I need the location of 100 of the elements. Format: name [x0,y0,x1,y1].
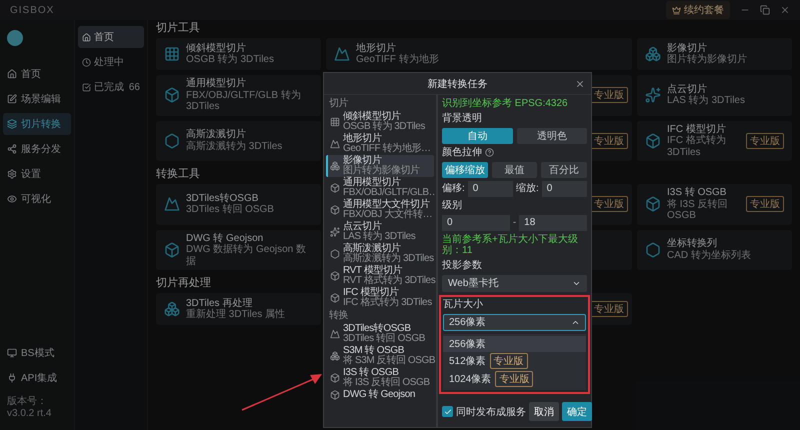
close-icon[interactable] [575,79,585,89]
cancel-button[interactable]: 取消 [529,402,559,421]
card-subtitle: 图片转为影像切片 [667,54,747,66]
tool-card[interactable]: 3DTiles 再处理 重新处理 3DTiles 属性 [156,293,321,325]
max-level-field[interactable]: 18 [519,214,587,230]
task-type-item[interactable]: 地形切片 GeoTIFF 转为地形… [326,133,434,155]
task-type-item[interactable]: 影像切片 图片转为影像切片 [326,155,434,177]
subnav-icon [82,32,91,42]
task-type-item[interactable]: DWG 转 Geojson [326,389,434,401]
min-level-field[interactable]: 0 [442,214,510,230]
item-subtitle: 图片转为影像切片 [343,166,420,176]
task-type-item[interactable]: 通用模型切片 FBX/OBJ/GLTF/GLB… [326,177,434,199]
avatar[interactable] [7,30,23,46]
item-title: 地形切片 [343,134,382,144]
restore-icon[interactable] [760,5,770,15]
item-subtitle: 3DTiles 转回 OSGB [343,334,425,344]
nav-item[interactable]: BS模式 [3,342,71,364]
nav-item[interactable]: API集成 [3,367,71,389]
item-title: 倾斜模型切片 [343,112,401,122]
tool-card[interactable]: 3DTiles转OSGB 3DTiles 转回 OSGB [156,184,321,224]
card-subtitle: IFC 格式转为 3DTiles [667,135,727,158]
card-subtitle: GeoTIFF 转为地形 [356,54,439,66]
item-subtitle: GeoTIFF 转为地形… [343,144,431,154]
list-section-title: 切片 [328,97,350,111]
publish-checkbox[interactable] [442,406,453,417]
nav-item[interactable]: 设置 [3,163,71,185]
task-type-item[interactable]: 高斯泼溅切片 高斯泼溅转为 3DTiles [326,243,434,265]
item-title: DWG 转 Geojson [343,390,416,400]
confirm-button[interactable]: 确定 [562,402,592,421]
subnav-icon [82,82,91,92]
task-type-item[interactable]: 3DTiles转OSGB 3DTiles 转回 OSGB [326,323,434,345]
dropdown-option[interactable]: 256像素 [443,336,586,352]
plan-button[interactable]: 续约套餐 [666,1,730,19]
subnav-item[interactable]: 已完成 66 [78,76,144,98]
section-title: 转换工具 [156,168,200,181]
task-type-item[interactable]: IFC 模型切片 IFC 格式转为 3DTiles [326,287,434,309]
field-label: 级别 [442,200,463,212]
tool-card[interactable]: DWG 转 Geojson DWG 数据转为 Geojson 数据 [156,230,321,270]
item-subtitle: 将 I3S 反转回 OSGB [343,378,430,388]
card-title: I3S 转 OSGB [667,187,726,198]
count-label: 66 [128,82,140,92]
card-title: 倾斜模型切片 [186,42,246,54]
option-label: 1024像素 [449,372,492,386]
subnav-item[interactable]: 首页 [78,26,144,48]
card-title: 3DTiles转OSGB [186,192,258,204]
option-button[interactable]: 偏移缩放 [442,162,488,178]
card-subtitle: 重新处理 3DTiles 属性 [186,309,286,320]
offset-field[interactable]: 0 [468,180,513,196]
crs-note: 识别到坐标参考 EPSG:4326 [442,98,569,110]
task-type-item[interactable]: S3M 转 OSGB 将 S3M 反转回 OSGB [326,345,434,367]
task-type-item[interactable]: 通用模型大文件切片 FBX/OBJ 大文件转… [326,199,434,221]
nav-item[interactable]: 服务分发 [3,138,71,160]
nav-item[interactable]: 首页 [3,63,71,85]
option-button[interactable]: 百分比 [541,162,588,178]
option-label: 512像素 [449,354,486,368]
tool-card[interactable]: 通用模型切片 FBX/OBJ/GLTF/GLB 转为 3DTiles [156,75,321,116]
card-subtitle: DWG 数据转为 Geojson 数据 [186,244,308,267]
tile-size-select[interactable]: 256像素 [443,314,586,330]
projection-select[interactable]: Web墨卡托 [442,274,587,292]
nav-item[interactable]: 可视化 [3,188,71,210]
card-title: 通用模型切片 [186,78,246,90]
tool-card[interactable]: I3S 转 OSGB 将 I3S 反转回 OSGB 专业版 [637,184,792,224]
nav-item[interactable]: 场景编辑 [3,88,71,110]
subnav-item[interactable]: 处理中 [78,51,144,73]
item-title: 高斯泼溅切片 [343,244,401,254]
dropdown-option[interactable]: 1024像素 专业版 [443,370,586,388]
tool-card[interactable]: 点云切片 LAS 转为 3DTiles [637,75,792,116]
pro-badge: 专业版 [495,370,534,386]
item-title: I3S 转 OSGB [343,368,398,378]
tool-card[interactable]: 影像切片 图片转为影像切片 [637,38,792,70]
tool-card[interactable]: 地形切片 GeoTIFF 转为地形 [326,38,632,70]
field-label: 缩放: [516,182,539,194]
card-subtitle: 将 I3S 反转回 OSGB [667,198,729,222]
item-subtitle: OSGB 转为 3DTiles [343,122,425,132]
nav-icon [7,144,17,154]
task-type-item[interactable]: RVT 模型切片 RVT 格式转为 3DTiles [326,265,434,287]
option-button[interactable]: 自动 [442,128,512,144]
task-type-item[interactable]: 点云切片 LAS 转为 3DTiles [326,221,434,243]
scale-field[interactable]: 0 [542,180,587,196]
nav-item[interactable]: 切片转换 [3,113,71,135]
tool-card[interactable]: IFC 模型切片 IFC 格式转为 3DTiles 专业版 [637,120,792,161]
dropdown-option[interactable]: 512像素 专业版 [443,352,586,370]
option-button[interactable]: 最值 [492,162,538,178]
close-icon[interactable] [780,5,790,15]
option-button[interactable]: 透明色 [516,128,587,144]
field-label: 背景透明 [442,112,483,124]
card-subtitle: CAD 转为坐标列表 [667,250,751,262]
item-subtitle: IFC 格式转为 3DTiles [343,298,432,308]
section-title: 切片工具 [156,22,200,35]
card-title: 点云切片 [667,84,707,95]
tool-card[interactable]: 高斯泼溅切片 高斯泼溅转为 3DTiles [156,120,321,161]
subnav-icon [82,58,91,66]
task-type-item[interactable]: 倾斜模型切片 OSGB 转为 3DTiles [326,111,434,133]
section-title: 切片再处理 [156,277,211,290]
task-type-item[interactable]: I3S 转 OSGB 将 I3S 反转回 OSGB [326,367,434,389]
pro-badge: 专业版 [746,196,784,212]
tool-card[interactable]: 坐标转换列 CAD 转为坐标列表 [637,230,792,270]
card-subtitle: FBX/OBJ/GLTF/GLB 转为 3DTiles [186,90,302,112]
tool-card[interactable]: 倾斜模型切片 OSGB 转为 3DTiles [156,38,321,70]
help-icon[interactable] [485,148,494,157]
